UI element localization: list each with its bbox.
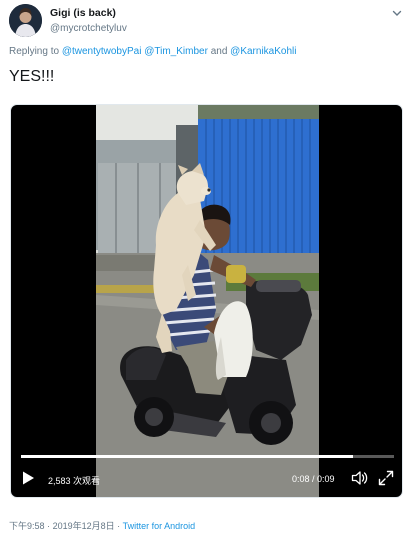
user-avatar[interactable] [9,4,42,37]
progress-fill [21,455,353,458]
tweet-time[interactable]: 下午9:58 [9,521,45,531]
chevron-down-icon[interactable] [391,6,403,18]
video-player[interactable]: 2,583 次观看 0:08 / 0:09 [10,104,403,498]
tweet-meta: 下午9:58 · 2019年12月8日 · Twitter for Androi… [9,519,195,532]
tweet-date[interactable]: 2019年12月8日 [53,521,115,531]
play-icon[interactable] [20,470,36,486]
display-name[interactable]: Gigi (is back) [50,7,127,20]
progress-bar[interactable] [21,455,394,458]
replying-prefix: Replying to [9,46,60,57]
time-display: 0:08 / 0:09 [292,474,335,484]
meta-separator: · [117,521,121,531]
tweet-text: YES!!! [9,68,55,85]
meta-separator: · [47,521,51,531]
tweet-header: Gigi (is back) @mycrotchetyluv [9,4,409,40]
tweet-source[interactable]: Twitter for Android [123,521,196,531]
mentions-joiner: and [210,46,228,57]
video-controls: 2,583 次观看 0:08 / 0:09 [11,453,402,497]
volume-icon[interactable] [351,470,369,486]
replying-to: Replying to @twentytwobyPai @Tim_Kimber … [9,46,296,57]
mention-link[interactable]: @Tim_Kimber [144,46,208,57]
mention-link[interactable]: @KarnikaKohli [230,46,296,57]
user-handle[interactable]: @mycrotchetyluv [50,22,127,35]
author-names: Gigi (is back) @mycrotchetyluv [50,7,127,35]
fullscreen-icon[interactable] [378,470,394,486]
video-frame[interactable] [96,105,319,497]
view-count: 2,583 次观看 [48,476,101,486]
mention-link[interactable]: @twentytwobyPai [62,46,142,57]
